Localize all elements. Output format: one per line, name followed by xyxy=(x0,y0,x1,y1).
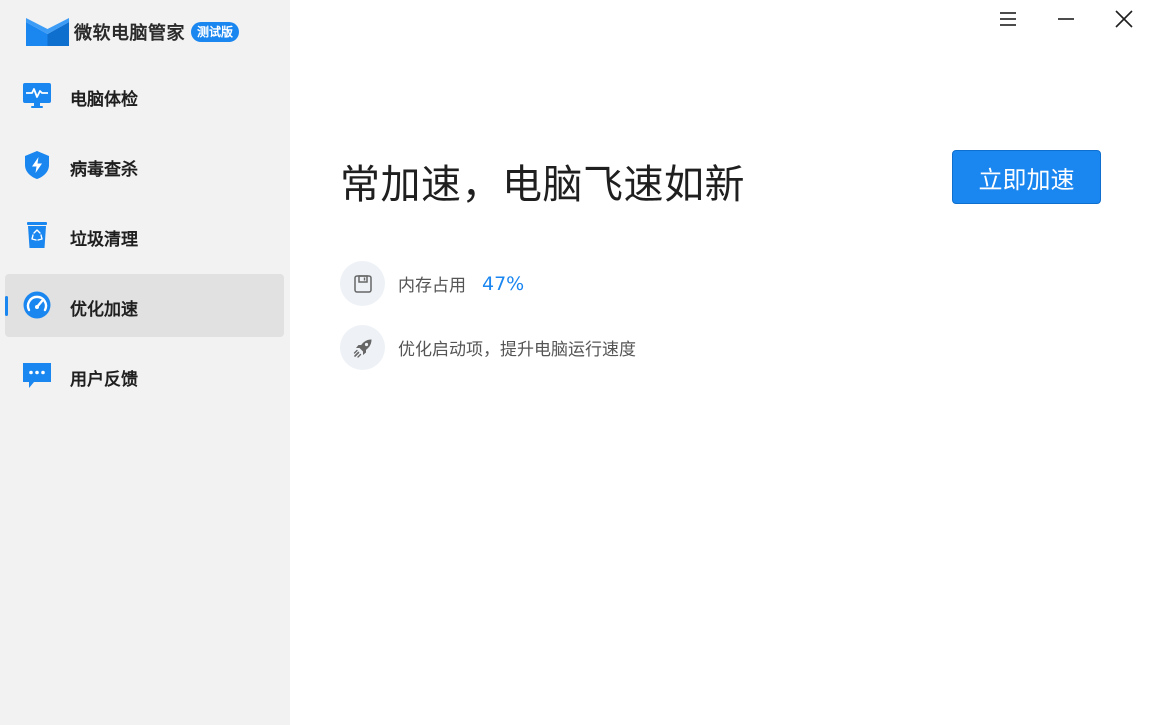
app-window: 微软电脑管家 测试版 电脑体检 病毒查杀 垃圾清理 优化加速 用户反馈 常加速，… xyxy=(0,0,1152,725)
sidebar-item-feedback[interactable]: 用户反馈 xyxy=(5,344,284,407)
memory-usage-label: 内存占用 xyxy=(398,276,466,296)
menu-icon xyxy=(1000,12,1016,26)
app-logo-icon xyxy=(26,18,69,46)
app-name: 微软电脑管家 xyxy=(74,23,185,44)
startup-optimize-row: 优化启动项，提升电脑运行速度 xyxy=(340,325,636,370)
sidebar-item-label: 优化加速 xyxy=(70,300,138,320)
memory-chip-icon xyxy=(340,261,385,306)
sidebar: 微软电脑管家 测试版 电脑体检 病毒查杀 垃圾清理 优化加速 用户反馈 xyxy=(0,0,290,725)
beta-badge: 测试版 xyxy=(191,22,240,42)
memory-usage-row: 内存占用 47% xyxy=(340,261,524,306)
sidebar-item-label: 病毒查杀 xyxy=(70,160,138,180)
monitor-pulse-icon xyxy=(22,80,52,110)
sidebar-item-health-check[interactable]: 电脑体检 xyxy=(5,64,284,127)
shield-lightning-icon xyxy=(22,150,52,180)
menu-button[interactable] xyxy=(996,7,1020,31)
close-icon xyxy=(1115,10,1133,28)
sidebar-item-junk-cleanup[interactable]: 垃圾清理 xyxy=(5,204,284,267)
minimize-icon xyxy=(1058,18,1074,20)
sidebar-item-label: 垃圾清理 xyxy=(70,230,138,250)
chat-bubble-icon xyxy=(22,360,52,390)
speedometer-icon xyxy=(22,290,52,320)
accelerate-now-button[interactable]: 立即加速 xyxy=(952,150,1101,204)
page-title: 常加速，电脑飞速如新 xyxy=(340,162,745,208)
memory-usage-value: 47% xyxy=(482,272,525,295)
sidebar-item-label: 用户反馈 xyxy=(70,370,138,390)
brand: 微软电脑管家 测试版 xyxy=(26,17,240,47)
sidebar-item-virus-scan[interactable]: 病毒查杀 xyxy=(5,134,284,197)
sidebar-item-optimize[interactable]: 优化加速 xyxy=(5,274,284,337)
sidebar-item-label: 电脑体检 xyxy=(70,90,138,110)
close-button[interactable] xyxy=(1112,7,1136,31)
startup-optimize-label: 优化启动项，提升电脑运行速度 xyxy=(398,340,636,360)
recycle-bin-icon xyxy=(22,220,52,250)
minimize-button[interactable] xyxy=(1054,7,1078,31)
sidebar-nav: 电脑体检 病毒查杀 垃圾清理 优化加速 用户反馈 xyxy=(5,64,284,414)
rocket-icon xyxy=(340,325,385,370)
